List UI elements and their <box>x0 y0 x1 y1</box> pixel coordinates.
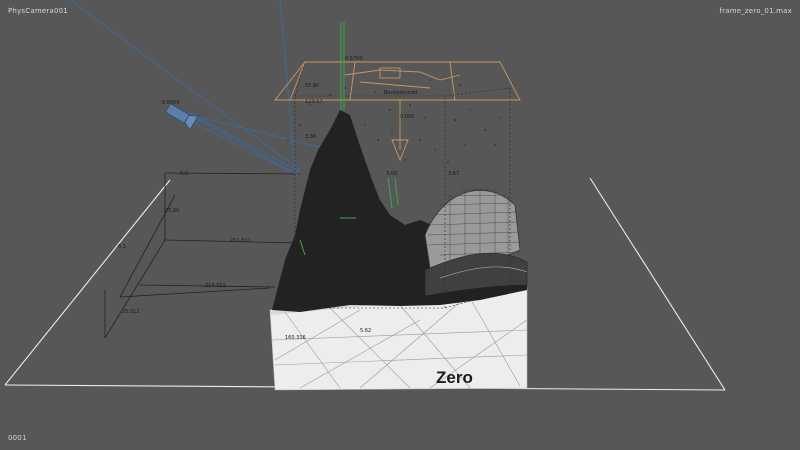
dim-label: 0.000 <box>400 114 414 120</box>
3d-viewport[interactable]: 0.0000 Backgroundd 5.0 3.67 0.5700 0.000… <box>0 0 800 450</box>
dim-label: 123.57 <box>305 99 323 105</box>
hill-mesh <box>424 187 528 297</box>
dim-label: 211.811 <box>230 238 251 244</box>
dim-label: 25.00 <box>165 208 179 214</box>
dim-label: 3.67 <box>448 171 459 177</box>
dim-label: 3.00 <box>386 171 397 177</box>
viewport-camera-label[interactable]: PhysCamera001 <box>8 7 68 15</box>
dim-label: 25.312 <box>122 309 140 315</box>
dim-label: 160.316 <box>285 335 306 341</box>
dim-label: 214.311 <box>205 283 226 289</box>
dim-label: 3.36 <box>305 134 316 140</box>
camera-value: 0.0000 <box>162 100 180 106</box>
camera-rays <box>69 0 341 177</box>
dim-label: 5.62 <box>360 328 371 334</box>
viewport-frame-label: 0001 <box>8 434 27 442</box>
scene-canvas[interactable]: 0.0000 Backgroundd 5.0 3.67 0.5700 0.000… <box>0 0 800 450</box>
viewport-file-label: frame_zero_01.max <box>719 7 792 15</box>
gate-label: Backgroundd <box>384 90 417 96</box>
dim-label: 6.1 <box>118 244 126 250</box>
dim-label: 55.80 <box>305 83 319 89</box>
dim-label: 5.0 <box>180 171 188 177</box>
top-value: 0.5700 <box>345 56 363 62</box>
box-text: Zero <box>436 368 473 387</box>
